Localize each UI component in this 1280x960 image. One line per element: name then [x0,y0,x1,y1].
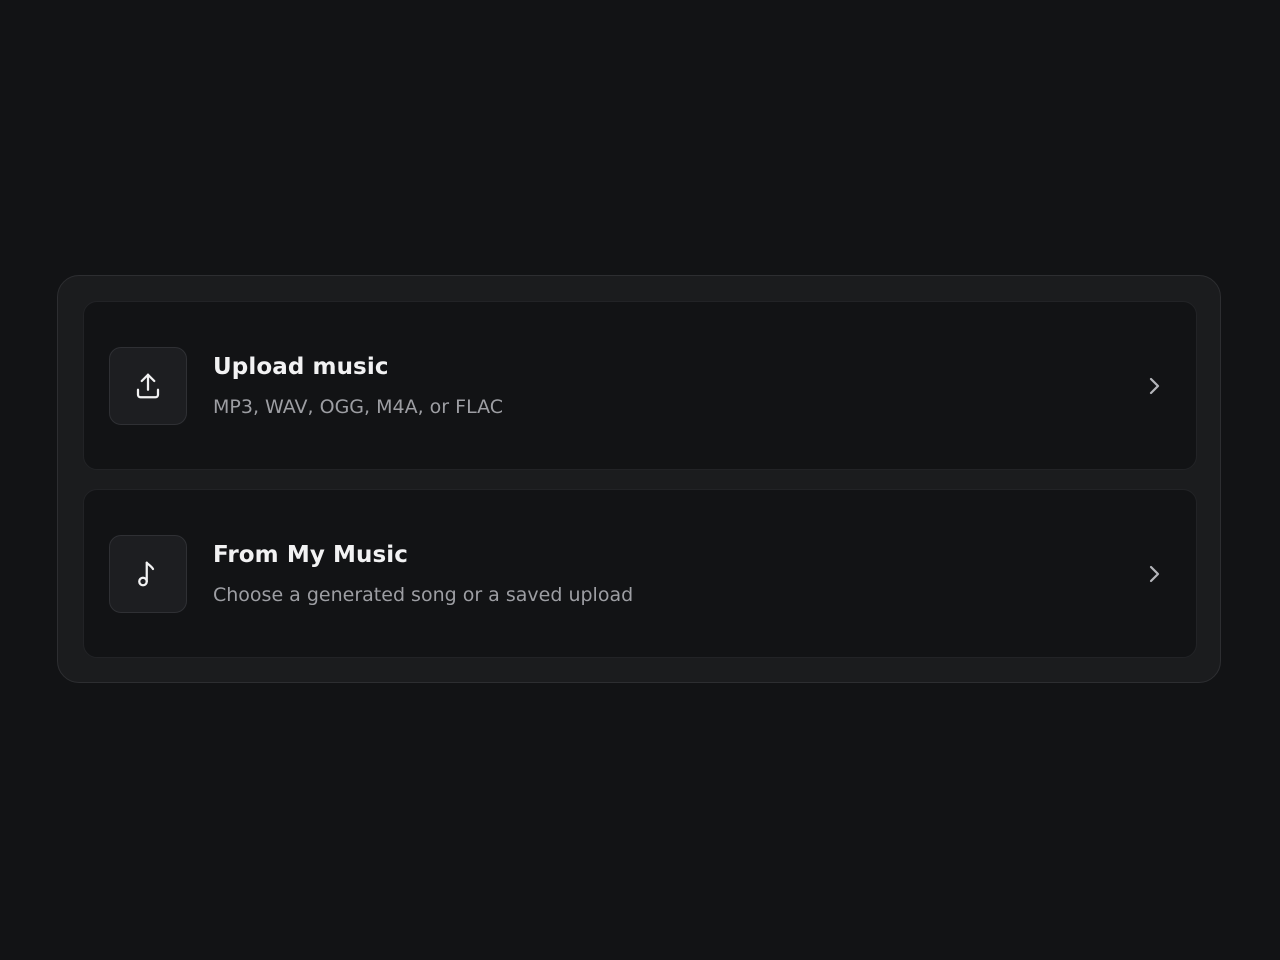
chevron-right-icon [1149,565,1160,583]
from-my-music-title: From My Music [213,542,409,568]
upload-music-subtitle: MP3, WAV, OGG, M4A, or FLAC [213,396,504,418]
chevron-right-icon [1149,377,1160,395]
music-note-icon-box [109,535,187,613]
from-my-music-option[interactable]: From My Music Choose a generated song or… [83,489,1197,658]
from-my-music-subtitle: Choose a generated song or a saved uploa… [213,584,634,606]
upload-icon-box [109,347,187,425]
upload-music-title: Upload music [213,354,389,380]
upload-icon [136,373,160,399]
upload-music-option[interactable]: Upload music MP3, WAV, OGG, M4A, or FLAC [83,301,1197,470]
source-picker-panel: Upload music MP3, WAV, OGG, M4A, or FLAC… [57,275,1221,683]
music-note-icon [138,561,155,587]
